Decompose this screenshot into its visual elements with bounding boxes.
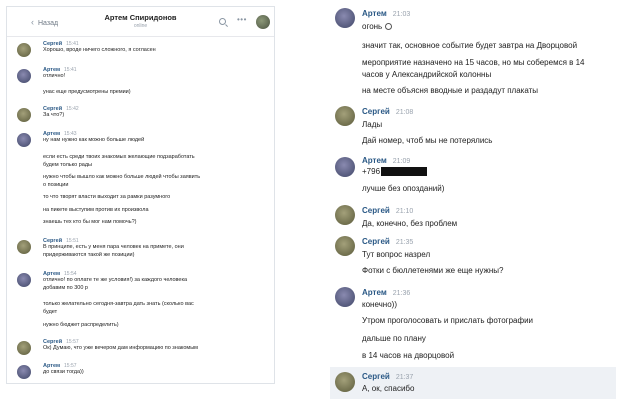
- sender-name[interactable]: Сергей 21:10: [362, 206, 413, 215]
- message: Сергей 15:41 Хорошо, вроде ничего сложног…: [17, 41, 268, 57]
- message-text: За что?): [43, 112, 65, 118]
- sender-name[interactable]: Сергей 21:08: [362, 107, 413, 116]
- message-text: добавим по 300 р: [43, 284, 88, 291]
- message-text: нужно бюджет распределить): [43, 322, 119, 328]
- online-status: online: [133, 23, 148, 29]
- message: Артем 15:41 отлично!: [17, 67, 268, 83]
- message: Сергей 15:51 В принципе, есть у меня пара…: [17, 238, 268, 259]
- message-text: отлично! по оплате те же условия!) за ка…: [43, 277, 188, 283]
- message: Сергей 15:42 За что?): [17, 106, 268, 122]
- message-text: Утром проголосовать и прислать фотографи…: [362, 316, 533, 325]
- search-icon[interactable]: [219, 18, 226, 25]
- message-text: лучше без опозданий): [362, 184, 445, 193]
- redaction-bar: [381, 167, 428, 177]
- message-time: 21:09: [392, 158, 411, 165]
- sender-name[interactable]: Сергей 21:37: [362, 372, 413, 381]
- message-time: 21:10: [395, 208, 414, 215]
- avatar[interactable]: [17, 341, 31, 355]
- message-time: 21:08: [395, 109, 414, 116]
- message-text: будем только рады: [43, 162, 92, 168]
- avatar[interactable]: [335, 106, 355, 126]
- message-text: Хорошо, вроде ничего сложного, я согласе…: [43, 47, 156, 53]
- message-text: Да, конечно, без проблем: [362, 219, 458, 228]
- message-text: на пикете выступим против их произвола: [43, 207, 149, 213]
- message-text: ну нам нужно как можно больше людей: [43, 137, 145, 143]
- message-time: 15:42: [66, 106, 79, 112]
- message-time: 21:36: [392, 290, 411, 297]
- message-text: только желательно сегодня-завтра дать зн…: [43, 301, 194, 307]
- message-text: отлично!: [43, 73, 66, 79]
- message-text: +796: [362, 166, 614, 177]
- message-text: часов у Александрийской колонны: [362, 70, 492, 79]
- avatar[interactable]: [335, 236, 355, 256]
- message-text: до связи тогда)): [43, 369, 84, 375]
- message-text: унас еще предусмотрены премии): [43, 89, 131, 95]
- message-text: Дай номер, чтоб мы не потерялись: [362, 136, 493, 145]
- message-text: Тут вопрос назрел: [362, 250, 431, 259]
- message: Артем 15:54 отлично! по оплате те же усло…: [17, 271, 268, 292]
- message-text: В принципе, есть у меня пара человек на …: [43, 244, 184, 250]
- avatar[interactable]: [335, 157, 355, 177]
- message-text: в 14 часов на дворцовой: [362, 351, 455, 360]
- left-chat-panel: ‹ Назад Артем Спиридонов online ••• Серге…: [6, 6, 275, 384]
- avatar[interactable]: [335, 372, 355, 392]
- message: Артем 15:43 ну нам нужно как можно больше…: [17, 131, 268, 147]
- sender-name[interactable]: Артем 21:36: [362, 288, 410, 297]
- message-time: 21:35: [395, 239, 414, 246]
- avatar[interactable]: [17, 273, 31, 287]
- chat-header: ‹ Назад Артем Спиридонов online •••: [7, 7, 274, 37]
- message-time: 21:37: [395, 374, 414, 381]
- message-time: 21:03: [392, 11, 411, 18]
- message-text: мероприятие назначено на 15 часов, но мы…: [362, 58, 585, 67]
- contact-avatar[interactable]: [256, 15, 270, 29]
- message-text: дальше по плану: [362, 334, 426, 343]
- message-text: нужно чтобы вышло как можно больше людей…: [43, 174, 201, 180]
- more-icon[interactable]: •••: [237, 15, 247, 24]
- message: Сергей 15:57 Ок) Думаю, что уже вечером д…: [17, 339, 268, 355]
- message-text: Лады: [362, 120, 383, 129]
- avatar[interactable]: [17, 43, 31, 57]
- sender-name[interactable]: Сергей 21:35: [362, 237, 413, 246]
- message-text: Фотки с бюллетенями же еще нужны?: [362, 266, 504, 275]
- message-text: конечно)): [362, 300, 398, 309]
- avatar[interactable]: [17, 240, 31, 254]
- message-text: будет: [43, 309, 58, 315]
- message-text: А, ок, спасибо: [362, 384, 415, 393]
- message-text: на месте объясня вводные и раздадут плак…: [362, 86, 539, 95]
- avatar[interactable]: [335, 205, 355, 225]
- avatar[interactable]: [17, 133, 31, 147]
- avatar[interactable]: [335, 287, 355, 307]
- message-text: знаешь тех кто бы мог нам помочь?): [43, 219, 137, 225]
- message-text: огонь: [362, 21, 614, 32]
- message-text: если есть среди твоих знакомых желающие …: [43, 154, 195, 160]
- message-text: значит так, основное событие будет завтр…: [362, 41, 578, 50]
- sender-name[interactable]: Артем 21:09: [362, 156, 410, 165]
- message-text: о позиции: [43, 182, 69, 188]
- message-text: то что творят власти выходит за рамки ра…: [43, 194, 171, 200]
- fire-emoji-icon: [385, 23, 393, 31]
- message-time: 15:41: [64, 67, 77, 73]
- avatar[interactable]: [335, 8, 355, 28]
- avatar[interactable]: [17, 365, 31, 379]
- message-text: Ок) Думаю, что уже вечером дам информаци…: [43, 345, 198, 351]
- right-chat-panel: Артем 21:03 огонь значит так, основное со…: [326, 0, 620, 406]
- avatar[interactable]: [17, 108, 31, 122]
- message: Артем 15:57 до связи тогда)): [17, 363, 268, 379]
- chat-title: Артем Спиридонов: [104, 13, 177, 22]
- avatar[interactable]: [17, 69, 31, 83]
- message-text: придерживаются такой же позиции): [43, 251, 135, 258]
- sender-name[interactable]: Артем 21:03: [362, 9, 410, 18]
